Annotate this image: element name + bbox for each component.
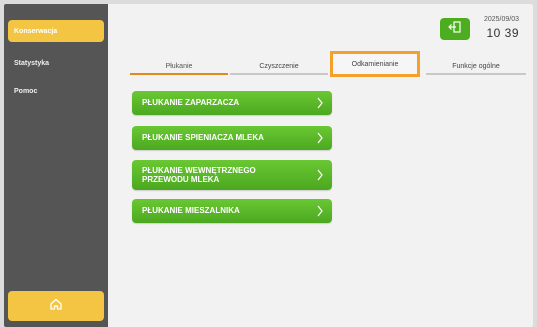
tab-underline xyxy=(426,73,526,75)
sidebar: Konserwacja Statystyka Pomoc xyxy=(4,4,108,327)
tab-label: Odkamienianie xyxy=(351,60,399,68)
sidebar-item-label: Pomoc xyxy=(14,87,38,95)
tab-plukanie[interactable]: Płukanie xyxy=(130,56,228,76)
tab-odkamienianie[interactable]: Odkamienianie xyxy=(330,51,420,77)
home-button[interactable] xyxy=(8,291,104,321)
home-icon xyxy=(49,297,63,316)
action-label: PŁUKANIE WEWNĘTRZNEGO PRZEWODU MLEKA xyxy=(142,165,256,184)
chevron-right-icon xyxy=(317,169,323,181)
screen: Konserwacja Statystyka Pomoc 2025/09/03 … xyxy=(4,4,533,327)
chevron-right-icon xyxy=(317,97,323,109)
sidebar-item-pomoc[interactable]: Pomoc xyxy=(8,80,104,102)
tab-label: Płukanie xyxy=(165,62,193,70)
tab-underline xyxy=(230,73,328,75)
rinse-milk-frother-button[interactable]: PŁUKANIE SPIENIACZA MLEKA xyxy=(132,126,332,150)
tab-czyszczenie[interactable]: Czyszczenie xyxy=(230,56,328,76)
rinse-internal-milk-line-button[interactable]: PŁUKANIE WEWNĘTRZNEGO PRZEWODU MLEKA xyxy=(132,160,332,190)
time-display: 10 39 xyxy=(486,26,519,40)
action-label: PŁUKANIE MIESZALNIKA xyxy=(142,206,240,216)
sidebar-item-konserwacja[interactable]: Konserwacja xyxy=(8,20,104,42)
sidebar-item-label: Konserwacja xyxy=(14,27,58,35)
rinse-brewer-button[interactable]: PŁUKANIE ZAPARZACZA xyxy=(132,91,332,115)
tab-underline xyxy=(130,73,228,75)
chevron-right-icon xyxy=(317,205,323,217)
sidebar-item-statystyka[interactable]: Statystyka xyxy=(8,52,104,74)
date-display: 2025/09/03 xyxy=(483,16,519,23)
action-label: PŁUKANIE SPIENIACZA MLEKA xyxy=(142,133,264,143)
sidebar-item-label: Statystyka xyxy=(14,59,50,67)
rinse-mixer-button[interactable]: PŁUKANIE MIESZALNIKA xyxy=(132,199,332,223)
chevron-right-icon xyxy=(317,132,323,144)
tab-funkcje-ogolne[interactable]: Funkcje ogólne xyxy=(426,56,526,76)
logout-icon xyxy=(448,20,462,38)
tab-label: Czyszczenie xyxy=(259,62,299,70)
action-label: PŁUKANIE ZAPARZACZA xyxy=(142,98,240,108)
logout-button[interactable] xyxy=(440,18,470,40)
tab-label: Funkcje ogólne xyxy=(452,62,500,70)
